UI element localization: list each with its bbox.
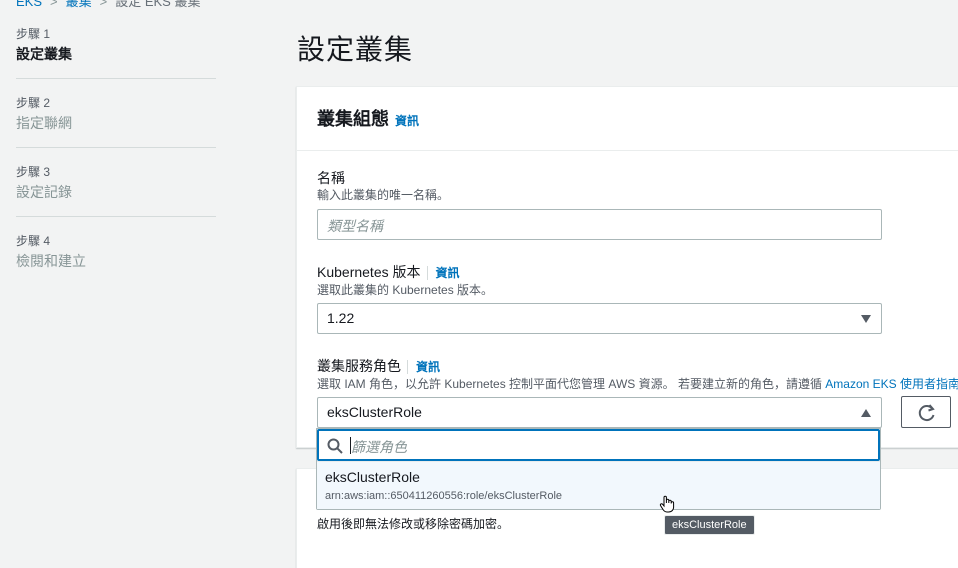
service-role-desc-text: 選取 IAM 角色，以允許 Kubernetes 控制平面代您管理 AWS 資源…	[317, 377, 822, 391]
role-option-name: eksClusterRole	[325, 469, 420, 485]
name-field: 名稱 輸入此叢集的唯一名稱。	[317, 169, 449, 203]
info-link[interactable]: 資訊	[436, 266, 460, 280]
breadcrumb-current: 設定 EKS 叢集	[115, 0, 201, 9]
step-2: 步驟 2 指定聯網	[16, 95, 216, 148]
step-title: 設定記錄	[16, 184, 72, 200]
service-role-value: eksClusterRole	[327, 404, 422, 420]
step-title: 設定叢集	[16, 46, 72, 62]
service-role-select[interactable]: eksClusterRole	[317, 397, 882, 428]
k8s-version-field: Kubernetes 版本 資訊 選取此叢集的 Kubernetes 版本。	[317, 263, 493, 298]
name-description: 輸入此叢集的唯一名稱。	[317, 188, 450, 202]
step-number: 步驟 4	[16, 234, 51, 248]
label-divider	[407, 360, 408, 375]
step-title: 指定聯網	[16, 115, 72, 131]
role-filter-placeholder: 篩選角色	[351, 439, 407, 455]
breadcrumb-separator: >	[99, 0, 108, 9]
step-number: 步驟 3	[16, 165, 51, 179]
role-filter-input[interactable]: 篩選角色	[317, 429, 880, 461]
breadcrumb: EKS > 叢集 > 設定 EKS 叢集	[16, 0, 200, 10]
tooltip: eksClusterRole	[664, 515, 755, 535]
role-option[interactable]: eksClusterRole arn:aws:iam::650411260556…	[317, 461, 880, 509]
info-link[interactable]: 資訊	[416, 360, 440, 374]
service-role-label-text: 叢集服務角色	[317, 358, 401, 374]
k8s-version-description: 選取此叢集的 Kubernetes 版本。	[317, 283, 494, 297]
step-number: 步驟 1	[16, 27, 51, 41]
cluster-config-panel: 叢集組態 資訊 名稱 輸入此叢集的唯一名稱。 類型名稱 Kubernetes 版本…	[296, 86, 958, 448]
breadcrumb-eks[interactable]: EKS	[16, 0, 42, 9]
search-icon	[327, 438, 343, 454]
k8s-version-select[interactable]: 1.22	[317, 303, 882, 334]
service-role-field: 叢集服務角色 資訊 選取 IAM 角色，以允許 Kubernetes 控制平面代您…	[317, 357, 958, 392]
step-title: 檢閱和建立	[16, 253, 86, 269]
encryption-note: 啟用後即無法修改或移除密碼加密。	[317, 517, 510, 531]
caret-up-icon	[861, 409, 871, 417]
k8s-version-value: 1.22	[327, 310, 355, 326]
wizard-steps: 步驟 1 設定叢集 步驟 2 指定聯網 步驟 3 設定記錄 步驟 4 檢閱和建立	[16, 26, 216, 301]
name-input[interactable]: 類型名稱	[317, 209, 882, 240]
label-divider	[426, 266, 428, 281]
refresh-button[interactable]	[901, 396, 951, 428]
info-link[interactable]: 資訊	[395, 114, 419, 128]
name-label: 名稱	[317, 170, 345, 186]
role-dropdown: 篩選角色 eksClusterRole arn:aws:iam::6504112…	[316, 428, 881, 510]
step-1: 步驟 1 設定叢集	[16, 26, 216, 79]
step-3: 步驟 3 設定記錄	[16, 164, 216, 217]
page-title: 設定叢集	[297, 34, 414, 65]
role-option-arn: arn:aws:iam::650411260556:role/eksCluste…	[325, 490, 563, 502]
eks-user-guide-link[interactable]: Amazon EKS 使用者指南	[825, 377, 958, 391]
caret-down-icon	[861, 315, 871, 323]
service-role-description: 選取 IAM 角色，以允許 Kubernetes 控制平面代您管理 AWS 資源…	[317, 376, 958, 392]
k8s-version-label: Kubernetes 版本 資訊	[317, 263, 493, 282]
step-number: 步驟 2	[16, 96, 51, 110]
k8s-version-label-text: Kubernetes 版本	[317, 264, 421, 280]
breadcrumb-clusters[interactable]: 叢集	[66, 0, 92, 9]
panel-title: 叢集組態	[317, 109, 389, 129]
step-4: 步驟 4 檢閱和建立	[16, 233, 216, 285]
breadcrumb-separator: >	[50, 0, 58, 9]
panel-header: 叢集組態 資訊	[297, 87, 958, 151]
service-role-label: 叢集服務角色 資訊	[317, 357, 958, 376]
refresh-icon	[918, 404, 935, 422]
